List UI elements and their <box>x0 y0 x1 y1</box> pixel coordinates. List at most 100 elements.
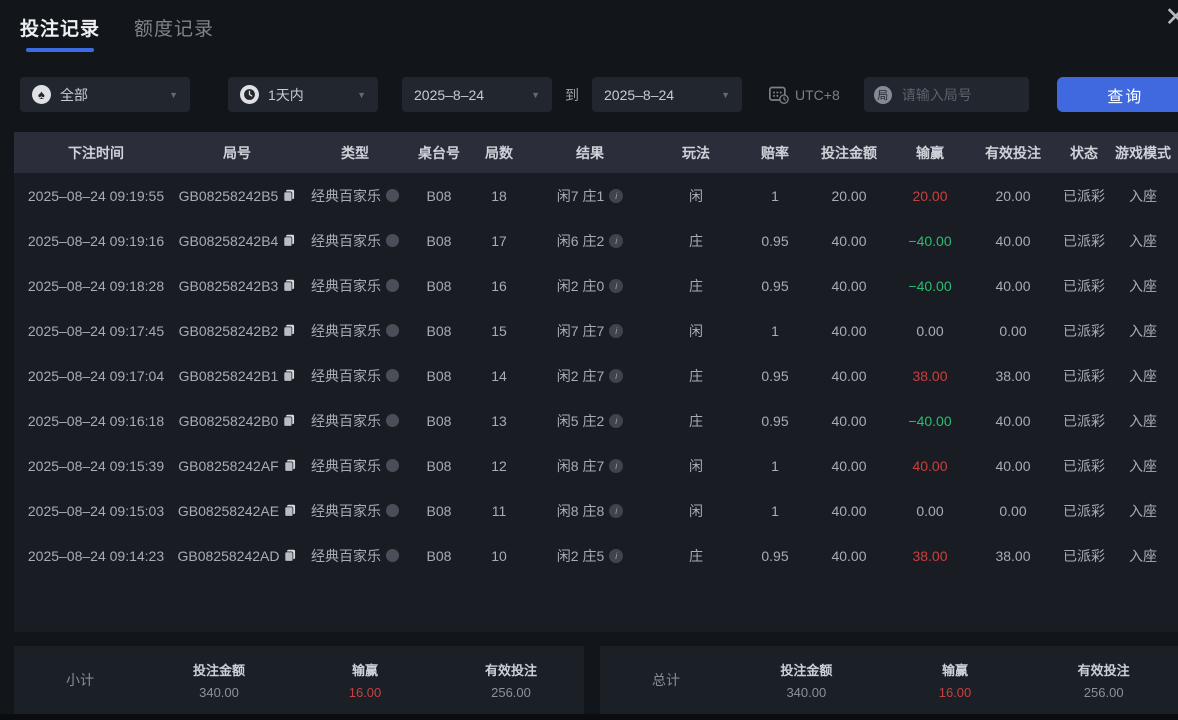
info-icon[interactable]: i <box>609 548 624 563</box>
cell-win-loss: 38.00 <box>912 367 948 384</box>
subtotal-win-loss: 输赢 16.00 <box>348 663 382 700</box>
cell-result: 闲8 庄8 i <box>534 501 646 521</box>
column-header: 投注金额 <box>821 144 877 161</box>
date-to-value: 2025–8–24 <box>604 86 675 103</box>
cell-result: 闲2 庄0 i <box>534 276 646 296</box>
copy-icon[interactable] <box>283 369 295 382</box>
info-icon[interactable]: i <box>609 278 624 293</box>
timezone-indicator[interactable]: UTC+8 <box>768 85 840 105</box>
result-text: 闲7 庄7 <box>556 322 605 339</box>
copy-icon[interactable] <box>283 414 295 427</box>
info-icon[interactable]: i <box>609 368 624 383</box>
round-id-search-input[interactable] <box>899 85 1014 104</box>
total-panel: 总计 投注金额 340.00 输赢 16.00 有效投注 256.00 <box>600 646 1178 714</box>
query-button[interactable]: 查询 <box>1056 77 1178 112</box>
cell-table-no: B08 <box>426 322 452 339</box>
game-id-text: GB08258242B0 <box>178 412 279 429</box>
bet-records-table: 下注时间 局号 类型 桌台号 局数 结果 玩法 赔率 投注金额 输赢 有效投注 状态 游戏模式 2025… <box>14 132 1178 632</box>
date-from-select[interactable]: 2025–8–24 ▼ <box>402 77 552 112</box>
column-header: 玩法 <box>682 144 710 161</box>
circle-badge-icon <box>386 504 399 517</box>
cell-game-type: 经典百家乐 <box>296 186 414 206</box>
round-id-search[interactable]: 局 <box>863 77 1029 112</box>
info-icon[interactable]: i <box>609 503 624 518</box>
copy-icon[interactable] <box>284 459 296 472</box>
subtotal-valid-bet: 有效投注 256.00 <box>484 663 537 700</box>
cell-table-no: B08 <box>426 502 452 519</box>
copy-icon[interactable] <box>284 549 296 562</box>
cell-game-id: GB08258242B1 <box>178 368 296 384</box>
game-type-text: 经典百家乐 <box>311 232 381 249</box>
cell-game-mode: 入座 <box>1129 322 1157 339</box>
game-type-text: 经典百家乐 <box>311 412 381 429</box>
cell-status: 已派彩 <box>1063 412 1105 429</box>
result-text: 闲8 庄7 <box>556 457 605 474</box>
cell-table-no: B08 <box>426 412 452 429</box>
cell-table-no: B08 <box>426 547 452 564</box>
table-body: 2025–08–24 09:19:55 GB08258242B5 经典百家乐 B08 1… <box>14 173 1178 578</box>
copy-icon[interactable] <box>283 234 295 247</box>
result-text: 闲2 庄7 <box>556 367 605 384</box>
game-type-text: 经典百家乐 <box>311 367 381 384</box>
chevron-down-icon: ▼ <box>357 89 366 100</box>
game-type-select[interactable]: ♠ 全部 ▼ <box>20 77 190 112</box>
info-icon[interactable]: i <box>609 458 624 473</box>
timezone-label: UTC+8 <box>795 86 840 103</box>
cell-round: 11 <box>491 502 507 519</box>
copy-icon[interactable] <box>283 279 295 292</box>
cell-game-mode: 入座 <box>1129 502 1157 519</box>
cell-odds: 0.95 <box>761 547 789 564</box>
table-row: 2025–08–24 09:17:45 GB08258242B2 经典百家乐 B08 1… <box>14 308 1178 353</box>
result-text: 闲7 庄1 <box>556 187 605 204</box>
chevron-down-icon: ▼ <box>169 89 178 100</box>
cell-valid-bet: 38.00 <box>995 367 1031 384</box>
cell-bet-time: 2025–08–24 09:17:45 <box>27 322 165 339</box>
cell-bet-amount: 40.00 <box>831 547 867 564</box>
cell-win-loss: −40.00 <box>908 277 952 294</box>
info-icon[interactable]: i <box>609 188 624 203</box>
cell-bet-amount: 40.00 <box>831 502 867 519</box>
circle-badge-icon <box>386 279 399 292</box>
date-from-value: 2025–8–24 <box>414 86 485 103</box>
cell-game-id: GB08258242B2 <box>178 323 296 339</box>
date-to-label: 到 <box>565 86 579 103</box>
close-icon[interactable]: ✕ <box>1164 4 1178 31</box>
cell-odds: 1 <box>771 502 779 519</box>
tab-quota-records[interactable]: 额度记录 <box>134 14 214 41</box>
cell-valid-bet: 38.00 <box>995 547 1031 564</box>
cell-game-mode: 入座 <box>1129 412 1157 429</box>
cell-bet-amount: 40.00 <box>831 367 867 384</box>
bottom-strip <box>0 714 1178 720</box>
game-id-text: GB08258242B2 <box>178 322 279 339</box>
cell-game-id: GB08258242AE <box>178 503 296 519</box>
cell-valid-bet: 40.00 <box>995 277 1031 294</box>
copy-icon[interactable] <box>283 324 295 337</box>
circle-badge-icon <box>386 459 399 472</box>
cell-table-no: B08 <box>426 232 452 249</box>
cell-play: 闲 <box>689 457 703 474</box>
copy-icon[interactable] <box>283 189 295 202</box>
cell-play: 庄 <box>689 412 703 429</box>
tab-bar: 投注记录 额度记录 <box>20 14 214 52</box>
time-range-select[interactable]: 1天内 ▼ <box>228 77 378 112</box>
tab-bet-records[interactable]: 投注记录 <box>20 14 100 52</box>
game-id-text: GB08258242B3 <box>178 277 279 294</box>
game-type-text: 经典百家乐 <box>311 502 381 519</box>
info-icon[interactable]: i <box>609 233 624 248</box>
column-header: 有效投注 <box>985 144 1041 161</box>
table-row: 2025–08–24 09:17:04 GB08258242B1 经典百家乐 B08 1… <box>14 353 1178 398</box>
info-icon[interactable]: i <box>609 323 624 338</box>
cell-round: 17 <box>491 232 507 249</box>
game-id-text: GB08258242AF <box>178 457 279 474</box>
cell-win-loss: −40.00 <box>908 412 952 429</box>
column-header: 输赢 <box>916 144 944 161</box>
cell-odds: 0.95 <box>761 277 789 294</box>
date-to-select[interactable]: 2025–8–24 ▼ <box>592 77 742 112</box>
info-icon[interactable]: i <box>609 413 624 428</box>
game-id-text: GB08258242AD <box>177 547 280 564</box>
game-id-text: GB08258242B1 <box>178 367 279 384</box>
column-header: 局号 <box>223 144 251 161</box>
total-title: 总计 <box>652 672 680 688</box>
copy-icon[interactable] <box>284 504 296 517</box>
cell-bet-amount: 40.00 <box>831 277 867 294</box>
